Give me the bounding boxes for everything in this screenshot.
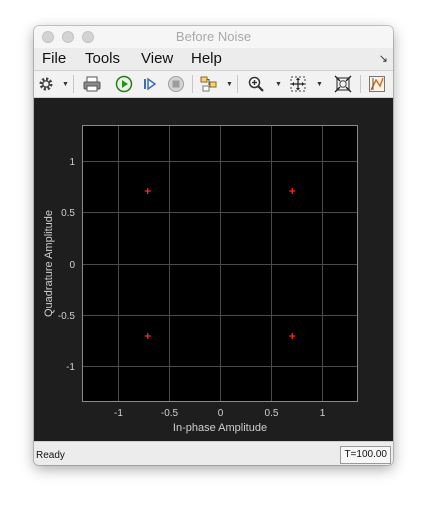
zoom-dropdown-arrow[interactable]: ▼	[275, 81, 282, 88]
y-axis-label: Quadrature Amplitude	[43, 210, 55, 317]
y-tick-label: -0.5	[58, 311, 76, 322]
undock-arrow-icon[interactable]: ↘	[379, 52, 388, 65]
x-tick-label: -1	[114, 408, 123, 419]
fit-dropdown-arrow[interactable]: ▼	[316, 81, 323, 88]
menu-help[interactable]: Help	[191, 50, 222, 67]
y-tick-label: 0.5	[61, 208, 75, 219]
stop-icon[interactable]	[166, 74, 186, 94]
menu-bar: File Tools View Help ↘	[34, 48, 393, 71]
toolbar-separator	[360, 75, 361, 93]
title-bar: Before Noise	[34, 26, 393, 49]
x-tick-label: 0	[218, 408, 224, 419]
y-tick-label: -1	[66, 362, 75, 373]
zoom-in-icon[interactable]	[246, 74, 266, 94]
menu-file[interactable]: File	[42, 50, 66, 67]
plot-area: -1 -0.5 0 0.5 1 -1 -0.5 0 0.5 1 In-phase Amplitud…	[34, 98, 393, 441]
print-icon[interactable]	[81, 74, 103, 94]
menu-tools[interactable]: Tools	[85, 50, 120, 67]
toolbar-separator	[192, 75, 193, 93]
fit-to-view-icon[interactable]	[288, 74, 308, 94]
toolbar: ▼ ▼ ▼ ▼	[34, 71, 393, 98]
x-tick-label: 0.5	[265, 408, 279, 419]
x-tick-label: -0.5	[161, 408, 179, 419]
autoscale-icon[interactable]	[333, 74, 353, 94]
simulation-time: T=100.00	[340, 446, 391, 464]
scope-window: Before Noise File Tools View Help ↘ ▼ ▼	[34, 26, 393, 465]
status-bar: Ready T=100.00	[34, 441, 393, 465]
step-forward-icon[interactable]	[140, 74, 160, 94]
toolbar-separator	[237, 75, 238, 93]
menu-view[interactable]: View	[141, 50, 173, 67]
settings-icon[interactable]	[37, 74, 55, 94]
highlight-simulink-block-icon[interactable]	[199, 74, 219, 94]
status-text: Ready	[36, 450, 65, 461]
y-tick-label: 0	[69, 260, 75, 271]
highlight-dropdown-arrow[interactable]: ▼	[226, 81, 233, 88]
toolbar-separator	[73, 75, 74, 93]
y-tick-label: 1	[69, 157, 75, 168]
constellation-chart[interactable]: -1 -0.5 0 0.5 1 -1 -0.5 0 0.5 1 In-phase Amplitud…	[34, 98, 393, 441]
settings-dropdown-arrow[interactable]: ▼	[62, 81, 69, 88]
window-title: Before Noise	[175, 29, 252, 44]
x-axis-label: In-phase Amplitude	[173, 422, 267, 434]
run-icon[interactable]	[114, 74, 134, 94]
x-tick-label: 1	[320, 408, 326, 419]
measurements-icon[interactable]	[367, 74, 387, 94]
